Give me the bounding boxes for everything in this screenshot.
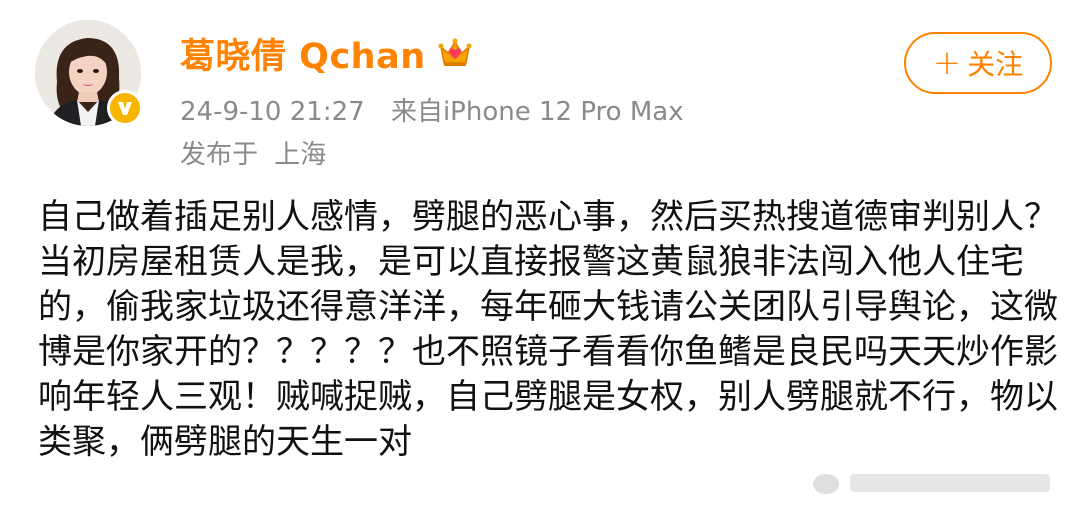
post-source-device: iPhone 12 Pro Max	[442, 97, 684, 127]
watermark-icon	[813, 474, 1050, 494]
post-body-text: 自己做着插足别人感情，劈腿的恶心事，然后买热搜道德审判别人？当初房屋租赁人是我，…	[38, 197, 1058, 462]
location-value: 上海	[274, 140, 327, 170]
crown-icon[interactable]	[438, 36, 472, 70]
avatar[interactable]	[35, 20, 143, 126]
username[interactable]: 葛晓倩 Qchan	[180, 28, 426, 79]
plus-icon: +	[932, 43, 962, 83]
location-prefix: 发布于	[180, 140, 259, 170]
post-meta: 24-9-10 21:27 来自iPhone 12 Pro Max	[180, 91, 684, 128]
username-row: 葛晓倩 Qchan	[180, 28, 472, 79]
post-location: 发布于 上海	[180, 134, 326, 171]
follow-button-label: 关注	[967, 48, 1024, 81]
follow-button[interactable]: + 关注	[904, 32, 1052, 94]
post-timestamp: 24-9-10 21:27	[180, 97, 365, 127]
weibo-post: 葛晓倩 Qchan 24-9-10 21:27 来自iPhone 12 Pro …	[0, 0, 1090, 508]
verified-v-icon	[107, 90, 143, 126]
post-source-prefix: 来自	[390, 97, 443, 127]
